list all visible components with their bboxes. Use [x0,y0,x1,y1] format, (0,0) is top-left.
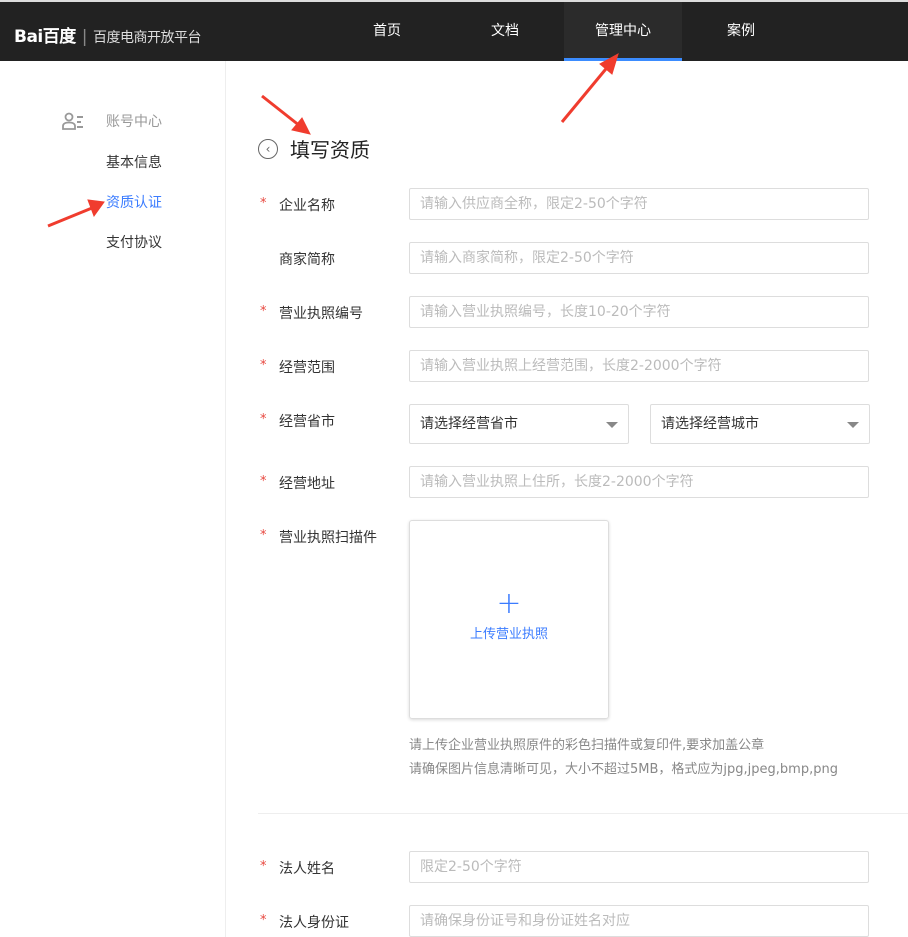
region-row: * 经营省市 请选择经营省市 请选择经营城市 [258,404,878,444]
chevron-down-icon [606,422,618,428]
platform-name: 百度电商开放平台 [93,30,202,46]
arrow-icon [560,63,612,123]
city-select[interactable]: 请选择经营城市 [650,404,870,444]
required-icon: * [260,412,267,427]
sidebar-section-account: 账号中心 [62,111,162,131]
legal-name-input[interactable]: 限定2-50个字符 [409,851,869,883]
nav-docs[interactable]: 文档 [446,2,564,61]
sidebar-item-payment-agreement[interactable]: 支付协议 [106,232,162,252]
legal-name-row: * 法人姓名 限定2-50个字符 [258,851,878,883]
company-name-input[interactable]: 请输入供应商全称，限定2-50个字符 [409,188,869,220]
field-label: 营业执照扫描件 [279,530,377,546]
upload-license-button[interactable]: + 上传营业执照 [409,520,609,719]
short-name-row: 商家简称 请输入商家简称，限定2-50个字符 [258,242,878,274]
sidebar-item-qualification[interactable]: 资质认证 [106,192,162,212]
logo-text: Bai百度 [14,27,76,47]
legal-id-input[interactable]: 请确保身份证号和身份证姓名对应 [409,905,869,937]
required-icon: * [260,196,267,211]
field-label: 企业名称 [279,198,335,214]
scope-input[interactable]: 请输入营业执照上经营范围，长度2-2000个字符 [409,350,869,382]
short-name-input[interactable]: 请输入商家简称，限定2-50个字符 [409,242,869,274]
nav-management[interactable]: 管理中心 [564,2,682,61]
upload-label: 上传营业执照 [469,627,548,642]
back-icon[interactable]: ‹ [258,138,278,159]
required-icon: * [260,474,267,489]
baidu-logo[interactable]: Bai百度 | 百度电商开放平台 [14,22,202,47]
required-icon: * [260,304,267,319]
nav-home[interactable]: 首页 [328,2,446,61]
province-select[interactable]: 请选择经营省市 [409,404,629,444]
address-row: * 经营地址 请输入营业执照上住所，长度2-2000个字符 [258,466,878,498]
company-name-row: * 企业名称 请输入供应商全称，限定2-50个字符 [258,188,878,220]
province-select-value: 请选择经营省市 [420,416,518,432]
scope-row: * 经营范围 请输入营业执照上经营范围，长度2-2000个字符 [258,350,878,382]
field-label: 经营范围 [279,360,335,376]
sidebar-section-label: 账号中心 [106,114,162,130]
page-title-text: 填写资质 [290,138,370,162]
field-label: 商家简称 [279,252,335,268]
chevron-down-icon [847,422,859,428]
field-label: 营业执照编号 [279,306,363,322]
arrow-head-icon [291,117,311,135]
required-icon: * [260,528,267,543]
legal-id-row: * 法人身份证 请确保身份证号和身份证姓名对应 [258,905,878,937]
field-label: 法人姓名 [279,861,335,877]
sidebar-item-basic-info[interactable]: 基本信息 [106,152,162,172]
required-icon: * [260,358,267,373]
upload-hint: 请上传企业营业执照原件的彩色扫描件或复印件,要求加盖公章 [409,738,765,753]
arrow-icon [261,94,301,128]
field-label: 经营省市 [279,414,335,430]
page-title: ‹ 填写资质 [258,134,370,163]
nav-cases[interactable]: 案例 [682,2,800,61]
upload-hint: 请确保图片信息清晰可见，大小不超过5MB，格式应为jpg,jpeg,bmp,pn… [409,762,838,777]
field-label: 经营地址 [279,476,335,492]
required-icon: * [260,859,267,874]
plus-icon: + [496,586,522,621]
city-select-value: 请选择经营城市 [661,416,759,432]
top-nav-bar: Bai百度 | 百度电商开放平台 首页 文档 管理中心 案例 [0,0,908,61]
divider [258,813,908,814]
user-list-icon [62,112,83,130]
sidebar: 账号中心 基本信息 资质认证 支付协议 [0,61,226,937]
required-icon: * [260,913,267,928]
license-no-input[interactable]: 请输入营业执照编号，长度10-20个字符 [409,296,869,328]
license-no-row: * 营业执照编号 请输入营业执照编号，长度10-20个字符 [258,296,878,328]
field-label: 法人身份证 [279,915,349,931]
address-input[interactable]: 请输入营业执照上住所，长度2-2000个字符 [409,466,869,498]
